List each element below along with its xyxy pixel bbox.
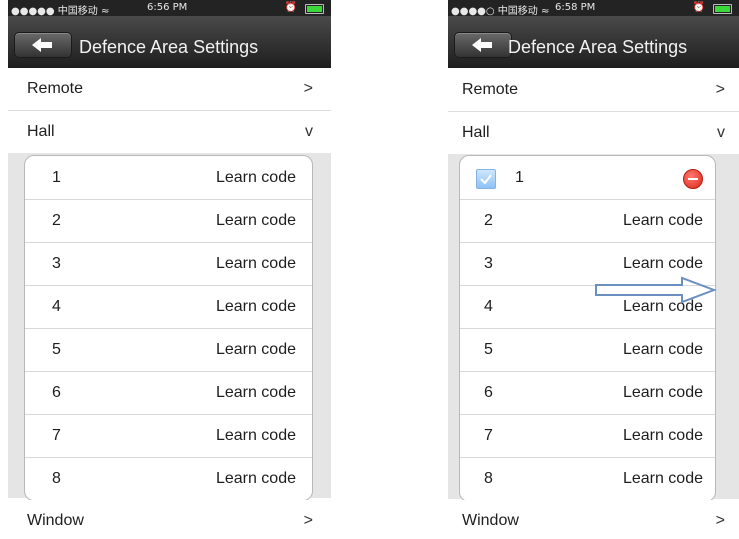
zone-number: 7 [484,427,493,444]
back-button[interactable] [14,32,72,58]
battery-icon [713,4,732,14]
zone-number: 2 [484,212,493,229]
zone-list: 1 2 Learn code 3 Learn code 4 Learn code… [459,155,716,502]
zone-item[interactable]: 8 Learn code [460,457,715,500]
zone-item[interactable]: 2 Learn code [25,199,312,243]
zone-number: 6 [484,384,493,401]
delete-icon[interactable] [683,169,703,189]
zone-number: 6 [52,384,61,401]
learn-code-button[interactable]: Learn code [216,427,296,445]
row-label: Remote [462,81,519,98]
zone-item-selected[interactable]: 1 [460,156,715,200]
zone-item[interactable]: 1 Learn code [25,156,312,200]
learn-code-button[interactable]: Learn code [216,169,296,187]
learn-code-button[interactable]: Learn code [216,212,296,230]
learn-code-button[interactable]: Learn code [623,384,703,402]
learn-code-button[interactable]: Learn code [216,384,296,402]
phone-screen-right: ●●●●○ 中国移动 ≈ 6:58 PM ⏰ Defence Area Sett… [448,0,739,539]
carrier-label: ●●●●● 中国移动 ≈ [11,6,110,17]
zone-item[interactable]: 6 Learn code [460,371,715,415]
nav-bar: Defence Area Settings [8,16,331,68]
chevron-right-icon: > [303,512,313,529]
row-hall[interactable]: Hall v [8,111,331,154]
row-hall[interactable]: Hall v [448,112,739,155]
status-bar: ●●●●○ 中国移动 ≈ 6:58 PM ⏰ [448,0,739,17]
page-title: Defence Area Settings [79,37,259,57]
zone-number: 3 [484,255,493,272]
zone-item[interactable]: 2 Learn code [460,199,715,243]
page-title: Defence Area Settings [508,37,688,57]
chevron-right-icon: > [303,80,313,97]
zone-item[interactable]: 5 Learn code [25,328,312,372]
row-label: Hall [462,124,490,141]
chevron-down-icon: v [717,124,725,141]
zone-item[interactable]: 8 Learn code [25,457,312,500]
zone-number: 1 [52,169,61,186]
status-bar: ●●●●● 中国移动 ≈ 6:56 PM ⏰ [8,0,331,17]
zone-item[interactable]: 6 Learn code [25,371,312,415]
zone-number: 7 [52,427,61,444]
back-button[interactable] [454,32,512,58]
zone-item[interactable]: 5 Learn code [460,328,715,372]
learn-code-button[interactable]: Learn code [623,470,703,488]
carrier-label: ●●●●○ 中国移动 ≈ [451,6,550,17]
status-time: 6:58 PM [555,2,596,13]
row-window[interactable]: Window > [8,500,331,539]
battery-icon [305,4,324,14]
zone-item[interactable]: 7 Learn code [25,414,312,458]
chevron-down-icon: v [305,123,313,140]
zone-number: 1 [515,169,524,186]
learn-code-button[interactable]: Learn code [623,427,703,445]
status-time: 6:56 PM [147,2,188,13]
phone-screen-left: ●●●●● 中国移动 ≈ 6:56 PM ⏰ Defence Area Sett… [8,0,331,539]
zone-number: 5 [52,341,61,358]
zone-number: 8 [484,470,493,487]
zone-number: 2 [52,212,61,229]
zone-number: 4 [52,298,61,315]
learn-code-button[interactable]: Learn code [623,212,703,230]
zone-number: 5 [484,341,493,358]
learn-code-button[interactable]: Learn code [216,298,296,316]
alarm-clock-icon: ⏰ [284,2,297,13]
zone-number: 3 [52,255,61,272]
swipe-right-arrow-icon [595,276,717,304]
row-window[interactable]: Window > [448,500,739,539]
alarm-clock-icon: ⏰ [692,2,705,13]
row-label: Window [27,512,84,529]
row-label: Hall [27,123,55,140]
checkbox-icon[interactable] [476,169,496,189]
zone-item[interactable]: 4 Learn code [25,285,312,329]
chevron-right-icon: > [715,512,725,529]
row-label: Window [462,512,519,529]
learn-code-button[interactable]: Learn code [623,255,703,273]
zone-item[interactable]: 3 Learn code [25,242,312,286]
zone-item[interactable]: 7 Learn code [460,414,715,458]
row-label: Remote [27,80,84,97]
row-remote[interactable]: Remote > [448,69,739,112]
chevron-right-icon: > [715,81,725,98]
zone-number: 4 [484,298,493,315]
learn-code-button[interactable]: Learn code [216,341,296,359]
learn-code-button[interactable]: Learn code [216,255,296,273]
back-arrow-icon [32,38,52,52]
back-arrow-icon [472,38,492,52]
learn-code-button[interactable]: Learn code [216,470,296,488]
zone-number: 8 [52,470,61,487]
zone-list: 1 Learn code 2 Learn code 3 Learn code 4… [24,155,313,501]
row-remote[interactable]: Remote > [8,68,331,111]
learn-code-button[interactable]: Learn code [623,341,703,359]
nav-bar: Defence Area Settings [448,16,739,68]
